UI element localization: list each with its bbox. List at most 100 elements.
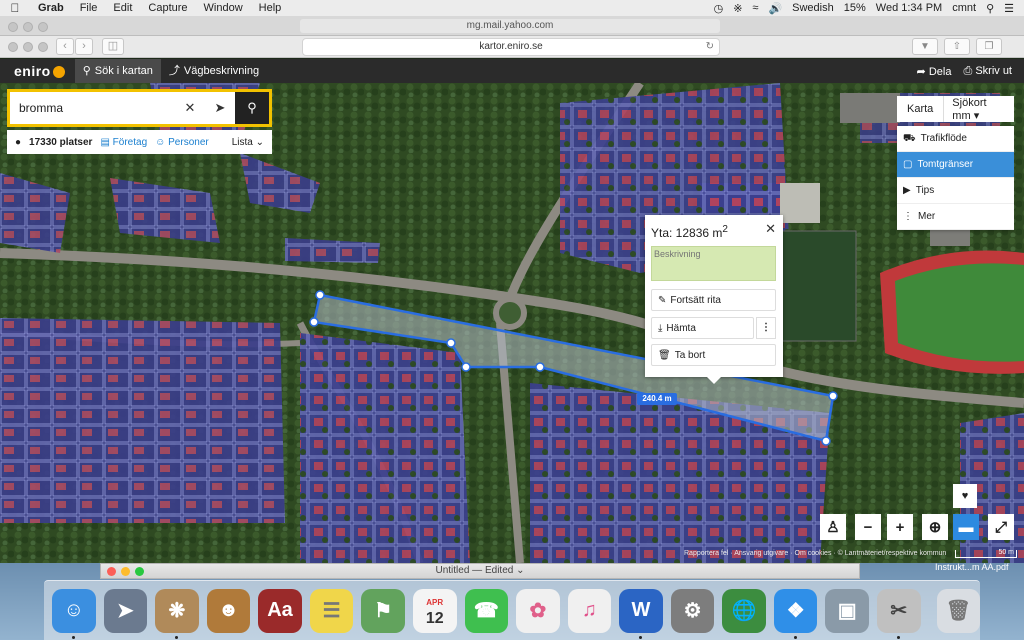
eniro-logo-badge (52, 66, 65, 79)
persons-link-label: Personer (168, 136, 209, 148)
download-icon: ⤓ (658, 322, 663, 334)
safari-icon[interactable]: ❖ (773, 588, 818, 639)
chevron-down-icon: ⌄ (516, 565, 525, 576)
menu-window[interactable]: Window (196, 2, 251, 14)
window-minimize-button[interactable] (23, 42, 33, 52)
bluetooth-icon[interactable]: ※ (733, 2, 742, 15)
launchpad-icon[interactable]: ➤ (103, 588, 148, 633)
eniro-logo[interactable]: eniro (0, 63, 75, 79)
spotlight-icon[interactable]: ⚲ (986, 2, 994, 15)
window-zoom-button[interactable] (38, 42, 48, 52)
street-view-button[interactable]: ♙ (820, 514, 846, 540)
continue-drawing-button[interactable]: ✎ Fortsätt rita (651, 289, 776, 311)
wifi-icon[interactable]: ≈ (752, 2, 758, 14)
desktop-file-label[interactable]: Instrukt...m AA.pdf (935, 562, 1009, 572)
menu-app[interactable]: Grab (30, 2, 72, 14)
tab-search-map[interactable]: ⚲ Sök i kartan (74, 59, 161, 83)
list-dropdown[interactable]: Lista ⌄ (232, 137, 264, 148)
finder-icon[interactable]: ☺ (52, 588, 96, 639)
measure-button[interactable]: ▬ (953, 514, 979, 540)
sidebar-icon[interactable]: ◫ (102, 38, 124, 55)
clock[interactable]: Wed 1:34 PM (876, 2, 942, 14)
description-field[interactable] (651, 246, 776, 281)
menu-capture[interactable]: Capture (140, 2, 195, 14)
more-options-button[interactable]: ⋮ (756, 317, 776, 339)
sea-chart-dropdown[interactable]: Sjökort mm ▾ (944, 97, 1014, 122)
results-count[interactable]: 17330 platser (29, 137, 92, 148)
background-url[interactable]: mg.mail.yahoo.com (300, 19, 720, 33)
share-icon[interactable]: ⇧ (944, 38, 970, 55)
area-unit-exponent: 2 (722, 224, 728, 235)
address-bar[interactable]: kartor.eniro.se ↻ (302, 38, 720, 56)
word-icon[interactable]: W (619, 588, 663, 639)
tab-directions[interactable]: ⤴ Vägbeskrivning (161, 59, 267, 83)
notification-center-icon[interactable]: ☰ (1004, 2, 1014, 15)
favorite-button[interactable]: ♥ (953, 484, 977, 508)
fullscreen-button[interactable]: ⤢ (988, 514, 1014, 540)
search-button[interactable]: ⚲ (235, 92, 269, 124)
network-icon[interactable]: 🌐 (722, 588, 766, 633)
companies-link[interactable]: ▤ Företag (100, 137, 147, 148)
apple-icon[interactable]:  (0, 1, 30, 15)
download-button[interactable]: ⤓ Hämta (651, 317, 754, 339)
contacts-icon[interactable]: ☻ (206, 588, 251, 633)
persons-link[interactable]: ☺ Personer (155, 137, 209, 148)
menu-help[interactable]: Help (251, 2, 290, 14)
forward-button[interactable]: › (75, 38, 93, 55)
layer-item-tips[interactable]: ▶ Tips (897, 178, 1014, 204)
url-text: kartor.eniro.se (479, 41, 543, 52)
notes-icon[interactable]: ☰ (309, 588, 354, 633)
dictionary-icon[interactable]: Aa (258, 588, 302, 633)
menu-edit[interactable]: Edit (105, 2, 140, 14)
my-location-button[interactable]: ⊕ (922, 514, 948, 540)
system-preferences-icon[interactable]: ⚙ (670, 588, 715, 633)
share-button[interactable]: ➦ Dela (917, 65, 952, 78)
itunes-icon[interactable]: ♫ (567, 588, 612, 633)
calendar-icon[interactable]: APR 12 (412, 588, 457, 633)
battery-status[interactable]: 15% (844, 2, 866, 14)
layer-item-more[interactable]: ⋮ Mer (897, 204, 1014, 230)
window-close-button[interactable] (107, 567, 116, 576)
pencil-icon: ✎ (658, 294, 667, 306)
close-icon[interactable]: ✕ (765, 221, 776, 237)
layer-item-more-label: Mer (918, 210, 936, 222)
photos-icon[interactable]: ✿ (516, 588, 560, 633)
back-button[interactable]: ‹ (56, 38, 74, 55)
menu-file[interactable]: File (72, 2, 106, 14)
map-type-button[interactable]: Karta (897, 96, 945, 122)
search-input[interactable] (10, 92, 175, 124)
zoom-out-button[interactable]: − (855, 514, 881, 540)
window-zoom-button[interactable] (38, 22, 48, 32)
trash-icon[interactable]: 🗑 (936, 588, 981, 633)
clear-icon[interactable]: ✕ (175, 100, 205, 116)
megaphone-icon: ▶ (903, 184, 911, 196)
reload-icon[interactable]: ↻ (706, 39, 714, 55)
time-machine-icon[interactable]: ◷ (714, 2, 724, 15)
facetime-icon[interactable]: ☎ (464, 588, 509, 633)
running-indicator (639, 635, 643, 639)
window-close-button[interactable] (8, 22, 18, 32)
preview-icon[interactable]: ❋ (155, 588, 199, 639)
window-minimize-button[interactable] (121, 567, 130, 576)
grab-icon[interactable]: ✂ (877, 588, 921, 639)
tabs-icon[interactable]: ❐ (976, 38, 1002, 55)
untitled-window-titlebar[interactable]: Untitled — Edited ⌄ (100, 563, 860, 579)
layer-item-property-lines[interactable]: ▢ Tomtgränser (897, 152, 1014, 178)
print-button[interactable]: ⎙ Skriv ut (963, 65, 1012, 78)
delete-button[interactable]: 🗑 Ta bort (651, 344, 776, 366)
image-capture-icon[interactable]: ▣ (825, 588, 869, 633)
maps-icon[interactable]: ⚑ (361, 588, 405, 633)
crosshair-icon: ⊕ (928, 519, 942, 536)
window-zoom-button[interactable] (135, 567, 144, 576)
downloads-icon[interactable]: ▼ (912, 38, 938, 55)
keyboard-layout[interactable]: Swedish (792, 2, 834, 14)
window-close-button[interactable] (8, 42, 18, 52)
volume-icon[interactable]: 🔊 (768, 2, 782, 15)
layer-item-traffic[interactable]: ⛟ Trafikflöde (897, 126, 1014, 152)
zoom-in-button[interactable]: + (887, 514, 913, 540)
window-minimize-button[interactable] (23, 22, 33, 32)
map-attribution[interactable]: Rapportera fel · Ansvarig utgivare · Om … (684, 550, 946, 557)
user-name[interactable]: cmnt (952, 2, 976, 14)
locate-icon[interactable]: ➤ (205, 100, 235, 116)
map-canvas[interactable] (0, 83, 1024, 563)
